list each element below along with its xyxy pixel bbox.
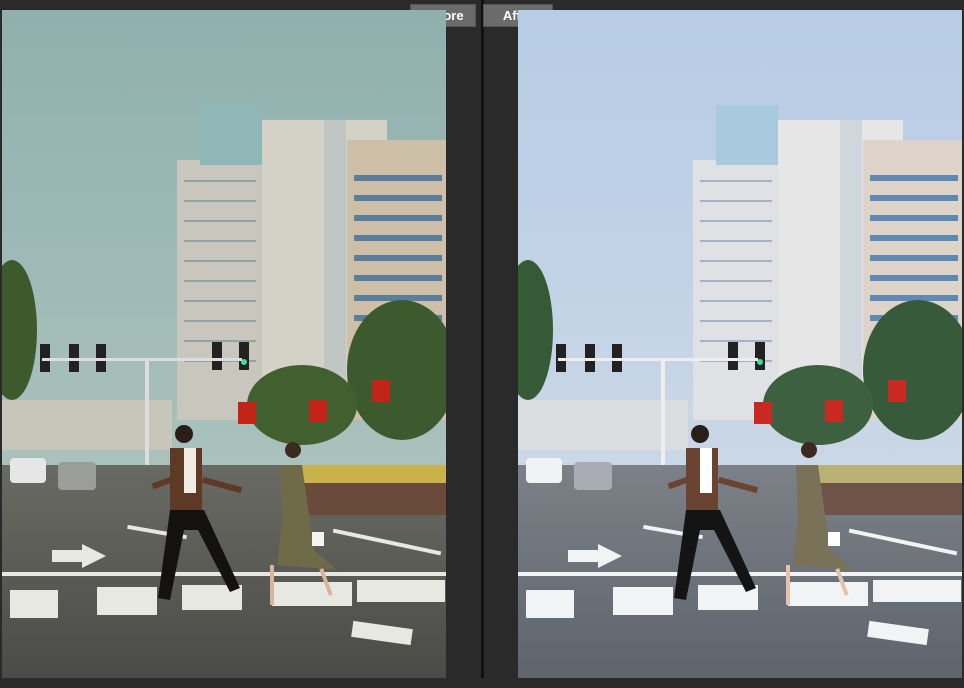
before-photo-scene	[2, 10, 446, 678]
traffic-light-icon	[212, 342, 222, 370]
building	[177, 160, 262, 420]
before-photo	[2, 10, 446, 678]
traffic-light-icon	[755, 342, 765, 370]
building-glass-top	[716, 105, 778, 165]
building-glass-top	[200, 105, 262, 165]
after-photo-scene	[518, 10, 962, 678]
building	[693, 160, 778, 420]
after-photo	[518, 10, 962, 678]
bottom-bar	[0, 678, 964, 688]
traffic-light-icon	[239, 342, 249, 370]
traffic-light-icon	[728, 342, 738, 370]
